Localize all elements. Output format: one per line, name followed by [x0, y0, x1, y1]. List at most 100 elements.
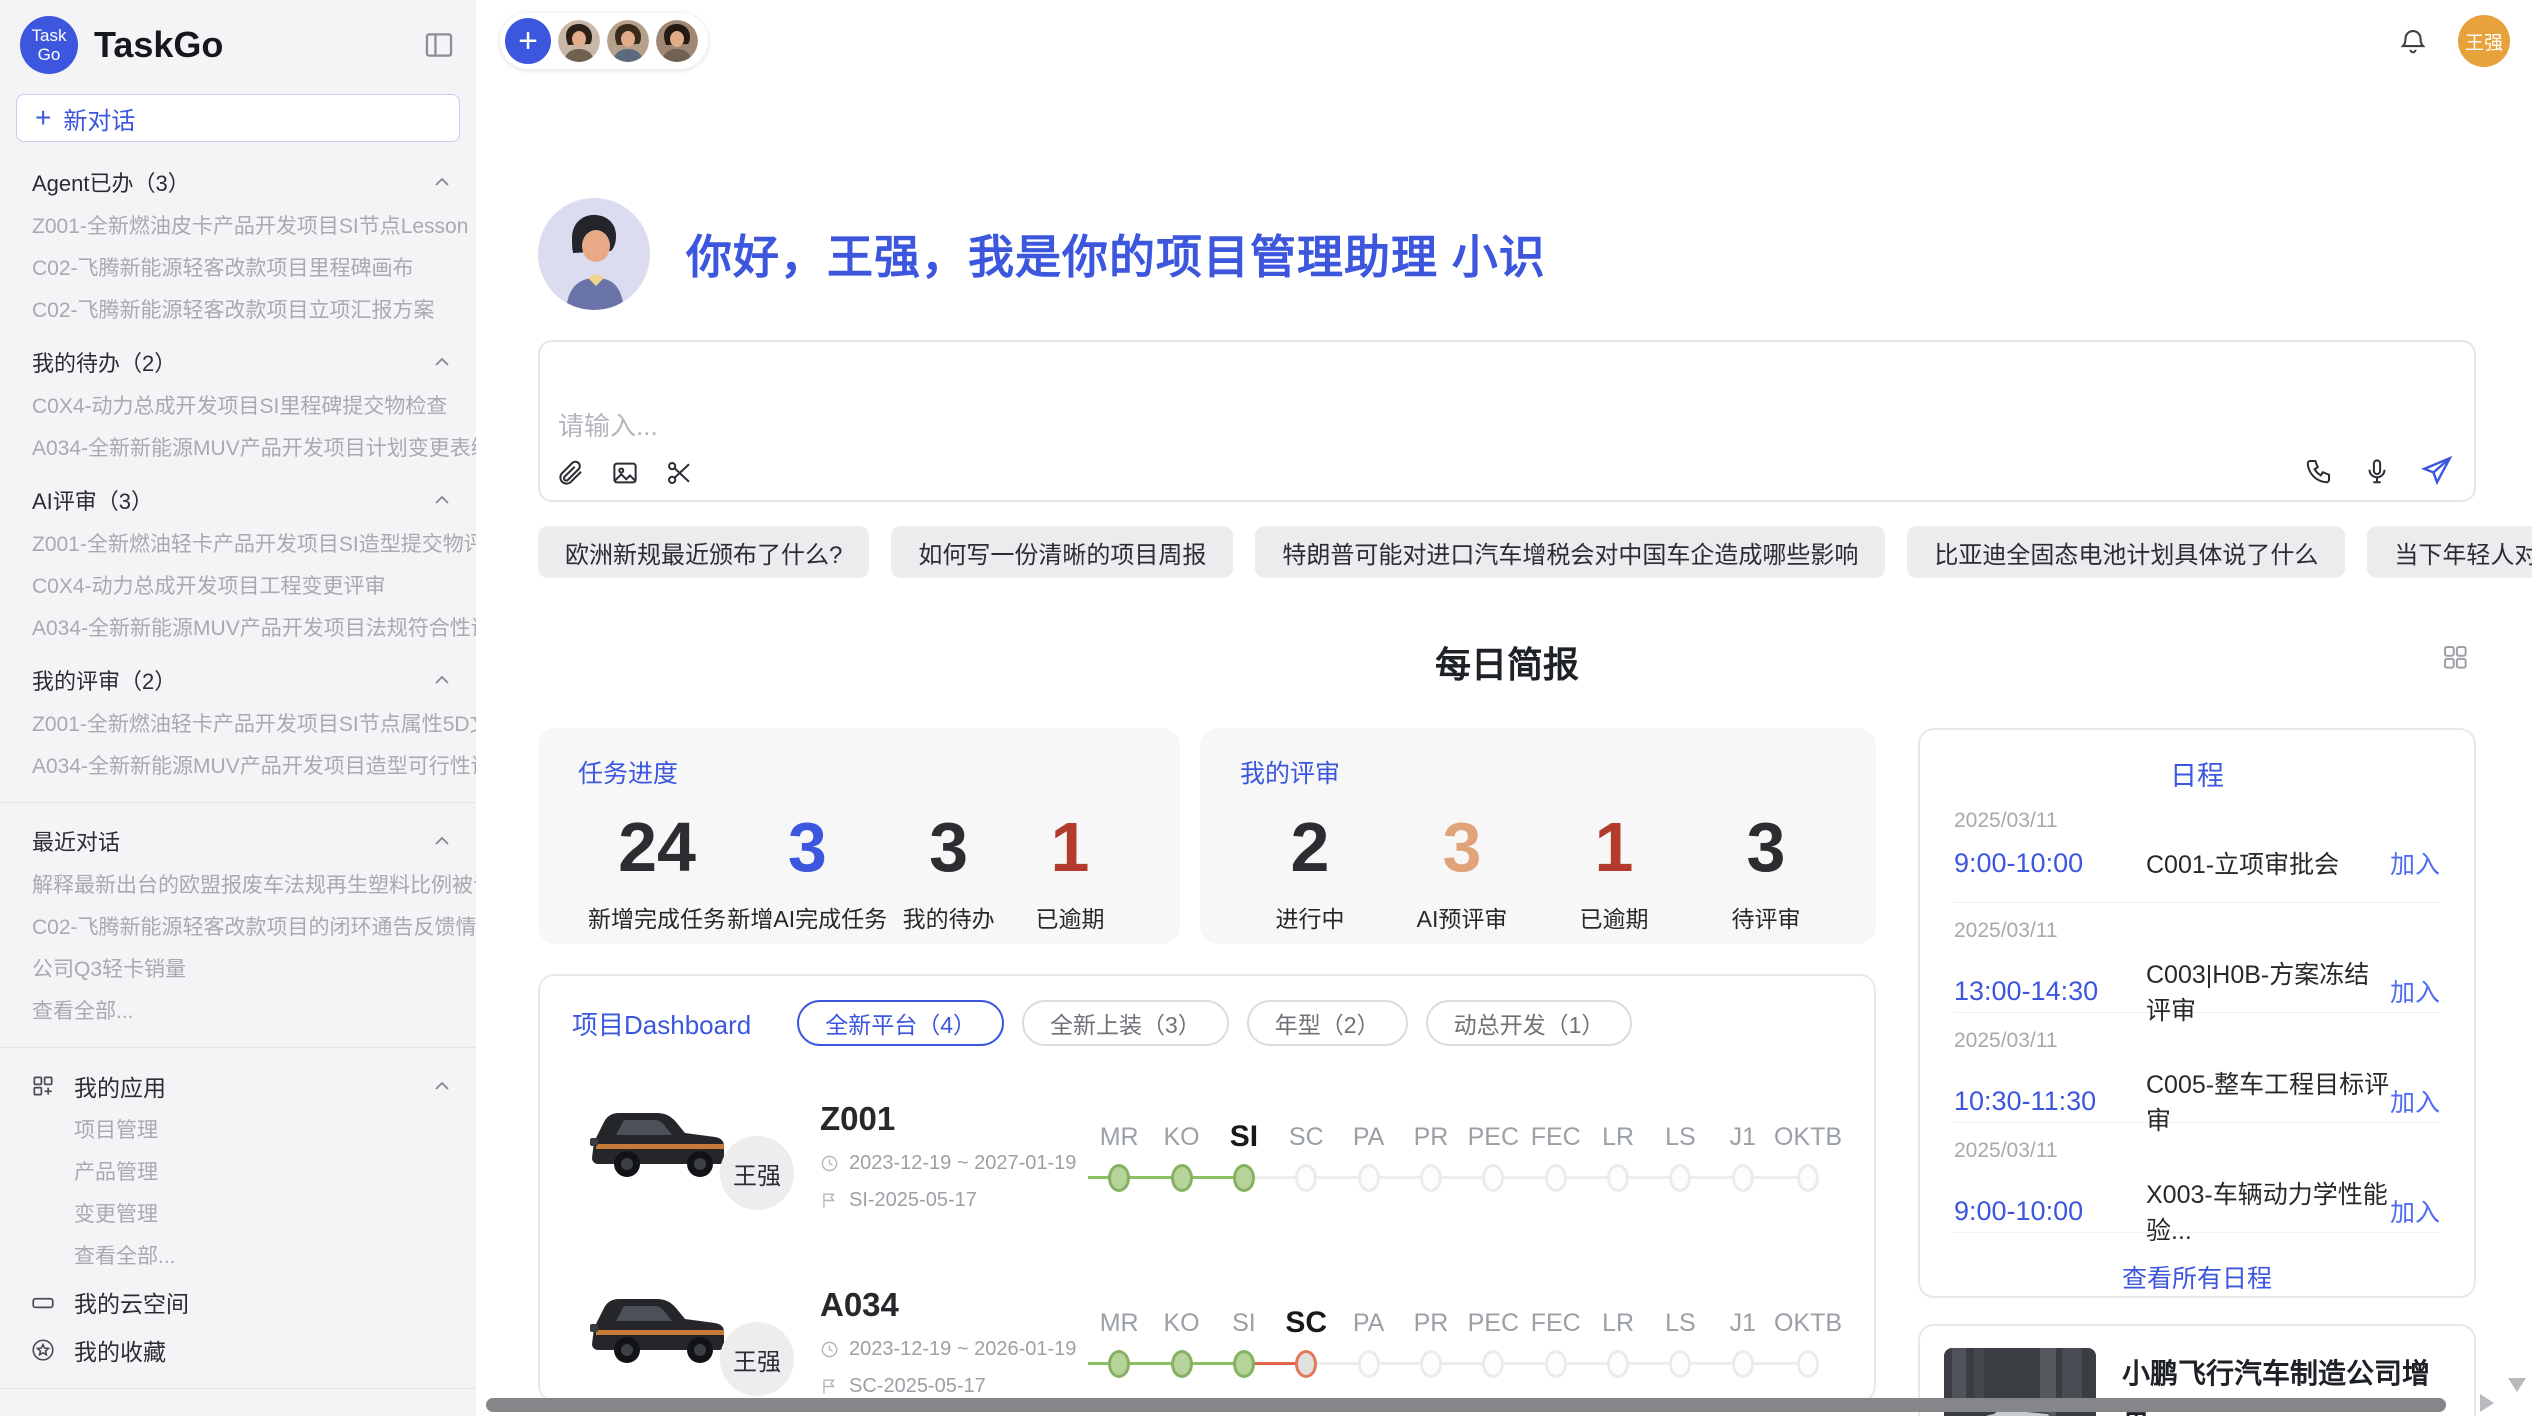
recent-conversation-item[interactable]: 公司Q3轻卡销量 — [0, 949, 476, 991]
sidebar-app-subitem[interactable]: 项目管理 — [0, 1110, 476, 1152]
sidebar-item-ai-super-staff[interactable]: AI超级员工 — [0, 1403, 476, 1416]
dashboard-tab[interactable]: 动总开发（1） — [1426, 1000, 1633, 1046]
milestone-timeline: MRKOSISCPAPRPECFECLRLSJ1OKTB — [1088, 1303, 1842, 1385]
sidebar-item-cloud-space[interactable]: 我的云空间 — [0, 1278, 476, 1326]
agent-avatars — [556, 18, 700, 64]
suggestion-chip[interactable]: 比亚迪全固态电池计划具体说了什么 — [1907, 526, 2345, 578]
view-all-schedule-link[interactable]: 查看所有日程 — [1920, 1259, 2474, 1295]
project-row[interactable]: 王强Z0012023-12-19 ~ 2027-01-19SI-2025-05-… — [572, 1080, 1842, 1232]
sidebar-section-header[interactable]: Agent已办（3） — [0, 158, 476, 206]
join-meeting-link[interactable]: 加入 — [2390, 1083, 2440, 1119]
schedule-event-title: C003|H0B-方案冻结评审 — [2146, 955, 2390, 1027]
milestone-label: OKTB — [1774, 1117, 1842, 1157]
milestone-dot — [1482, 1164, 1504, 1192]
milestone-label: FEC — [1525, 1117, 1587, 1157]
milestone-dot — [1233, 1164, 1255, 1192]
suggestion-chip[interactable]: 特朗普可能对进口汽车增税会对中国车企造成哪些影响 — [1255, 526, 1885, 578]
dashboard-tab[interactable]: 年型（2） — [1247, 1000, 1408, 1046]
sidebar-item[interactable]: C0X4-动力总成开发项目工程变更评审 — [0, 566, 476, 608]
sidebar-item-favorites[interactable]: 我的收藏 — [0, 1326, 476, 1374]
composer[interactable]: 请输入... — [538, 340, 2476, 502]
milestone-label: MR — [1088, 1117, 1150, 1157]
milestone-label: KO — [1150, 1303, 1212, 1343]
join-meeting-link[interactable]: 加入 — [2390, 1193, 2440, 1229]
microphone-icon[interactable] — [2362, 456, 2392, 486]
view-all-conversations-link[interactable]: 查看全部... — [0, 991, 476, 1033]
sidebar-section-header[interactable]: 我的待办（2） — [0, 338, 476, 386]
join-meeting-link[interactable]: 加入 — [2390, 973, 2440, 1009]
project-flag-milestone: SC-2025-05-17 — [820, 1375, 1088, 1398]
schedule-time: 9:00-10:00 — [1954, 848, 2146, 879]
attachment-icon[interactable] — [556, 458, 586, 488]
schedule-item: 2025/03/119:00-10:00C001-立项审批会加入 — [1954, 793, 2440, 903]
sidebar-item-my-apps[interactable]: 我的应用 — [0, 1062, 476, 1110]
sidebar-item[interactable]: C02-飞腾新能源轻客改款项目里程碑画布 — [0, 248, 476, 290]
user-avatar[interactable]: 王强 — [2458, 15, 2510, 67]
horizontal-scrollbar-thumb[interactable] — [486, 1398, 2446, 1412]
task-progress-stats: 24新增完成任务3新增AI完成任务3我的待办1已逾期 — [578, 808, 1140, 934]
phone-call-icon[interactable] — [2304, 456, 2334, 486]
stat-value: 3 — [727, 808, 887, 886]
schedule-items: 2025/03/119:00-10:00C001-立项审批会加入 2025/03/… — [1920, 793, 2474, 1233]
project-dates: 2023-12-19 ~ 2026-01-19 — [820, 1338, 1088, 1361]
stat-item: 1已逾期 — [1010, 808, 1130, 934]
sidebar-section-header-recent[interactable]: 最近对话 — [0, 817, 476, 865]
project-owner-avatar: 王强 — [720, 1136, 794, 1210]
project-row[interactable]: 王强A0342023-12-19 ~ 2026-01-19SC-2025-05-… — [572, 1266, 1842, 1402]
sidebar-app-subitem[interactable]: 产品管理 — [0, 1152, 476, 1194]
assistant-avatar — [538, 198, 650, 310]
notification-bell-icon[interactable] — [2398, 26, 2428, 56]
stat-value: 1 — [1554, 808, 1674, 886]
new-chat-button[interactable]: + 新对话 — [16, 94, 460, 142]
sidebar-item[interactable]: A034-全新新能源MUV产品开发项目法规符合性评审 — [0, 608, 476, 650]
sidebar-item[interactable]: A034-全新新能源MUV产品开发项目造型可行性评审 — [0, 746, 476, 788]
schedule-item: 2025/03/1110:30-11:30C005-整车工程目标评审加入 — [1954, 1013, 2440, 1123]
schedule-date: 2025/03/11 — [1954, 1029, 2440, 1053]
sidebar-section-header[interactable]: AI评审（3） — [0, 476, 476, 524]
image-icon[interactable] — [610, 458, 640, 488]
agent-avatar[interactable] — [654, 18, 700, 64]
milestone-track — [1088, 1343, 1150, 1385]
agent-avatar[interactable] — [556, 18, 602, 64]
sidebar-item[interactable]: Z001-全新燃油轻卡产品开发项目SI节点属性5D文件评审 — [0, 704, 476, 746]
new-agent-button[interactable]: + — [505, 18, 551, 64]
chevron-up-icon — [430, 488, 454, 512]
sidebar-section-header[interactable]: 我的评审（2） — [0, 656, 476, 704]
chevron-up-icon — [430, 829, 454, 853]
dashboard-tabs: 全新平台（4） 全新上装（3） 年型（2） 动总开发（1） — [797, 1000, 1632, 1046]
sidebar-collapse-icon[interactable] — [422, 28, 456, 62]
agent-avatar[interactable] — [605, 18, 651, 64]
milestone-cell: PR — [1400, 1117, 1462, 1199]
scroll-down-arrow[interactable] — [2508, 1378, 2526, 1392]
view-all-apps-link[interactable]: 查看全部... — [0, 1236, 476, 1278]
join-meeting-link[interactable]: 加入 — [2390, 845, 2440, 881]
milestone-track — [1774, 1157, 1842, 1199]
sidebar-app-subitem[interactable]: 变更管理 — [0, 1194, 476, 1236]
stat-value: 1 — [1010, 808, 1130, 886]
sidebar-item[interactable]: C02-飞腾新能源轻客改款项目立项汇报方案 — [0, 290, 476, 332]
dashboard-tab[interactable]: 全新上装（3） — [1022, 1000, 1229, 1046]
suggestion-chips: 欧洲新规最近颁布了什么? 如何写一份清晰的项目周报特朗普可能对进口汽车增税会对中国… — [538, 526, 2476, 578]
chevron-up-icon — [430, 1074, 454, 1098]
sidebar-item[interactable]: Z001-全新燃油皮卡产品开发项目SI节点Lesson Learn报告 — [0, 206, 476, 248]
sidebar-item[interactable]: Z001-全新燃油轻卡产品开发项目SI造型提交物评审 — [0, 524, 476, 566]
layout-grid-icon[interactable] — [2440, 642, 2470, 677]
suggestion-chip[interactable]: 当下年轻人对汽车外观有怎样的喜好趋势 — [2367, 526, 2532, 578]
sidebar-item[interactable]: C0X4-动力总成开发项目SI里程碑提交物检查 — [0, 386, 476, 428]
sidebar-item[interactable]: A034-全新新能源MUV产品开发项目计划变更表编写 — [0, 428, 476, 470]
brief-grid: 任务进度 24新增完成任务3新增AI完成任务3我的待办1已逾期 我的评审 2进行… — [538, 728, 2476, 1416]
send-icon[interactable] — [2420, 454, 2454, 488]
recent-conversation-item[interactable]: C02-飞腾新能源轻客改款项目的闭环通告反馈情况 — [0, 907, 476, 949]
task-progress-card: 任务进度 24新增完成任务3新增AI完成任务3我的待办1已逾期 — [538, 728, 1180, 944]
milestone-label: MR — [1088, 1303, 1150, 1343]
project-dates-text: 2023-12-19 ~ 2026-01-19 — [849, 1338, 1076, 1361]
recent-conversation-item[interactable]: 解释最新出台的欧盟报废车法规再生塑料比例被调至15%... — [0, 865, 476, 907]
scissors-icon[interactable] — [664, 458, 694, 488]
dashboard-tab[interactable]: 全新平台（4） — [797, 1000, 1004, 1046]
milestone-label: LS — [1649, 1303, 1711, 1343]
scroll-right-arrow[interactable] — [2480, 1394, 2494, 1412]
milestone-dot — [1482, 1350, 1504, 1378]
chevron-up-icon — [430, 170, 454, 194]
suggestion-chip[interactable]: 欧洲新规最近颁布了什么? — [538, 526, 869, 578]
suggestion-chip[interactable]: 如何写一份清晰的项目周报 — [891, 526, 1233, 578]
